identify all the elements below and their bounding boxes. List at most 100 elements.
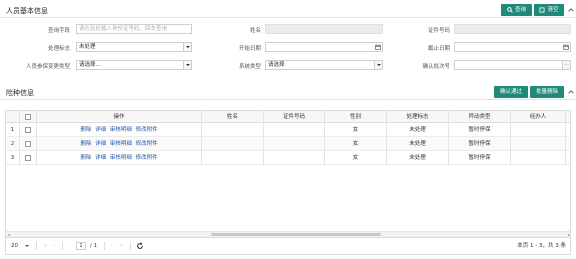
row-number: 3	[6, 151, 20, 165]
chevron-down-icon[interactable]	[183, 43, 191, 51]
audit-detail-link[interactable]: 审核明细	[110, 127, 132, 133]
person-info-header: 人员基本信息 查询 清空	[0, 2, 576, 18]
start-date-input[interactable]	[265, 42, 383, 52]
checkbox[interactable]	[25, 140, 31, 147]
delete-link[interactable]: 删除	[80, 155, 91, 161]
divider	[104, 242, 105, 250]
divider	[130, 242, 131, 250]
first-page-button[interactable]: «	[44, 241, 47, 251]
chevron-down-icon[interactable]	[183, 61, 191, 69]
detail-link[interactable]: 详细	[95, 141, 106, 147]
delete-link[interactable]: 删除	[80, 127, 91, 133]
last-page-button[interactable]: »	[120, 241, 123, 251]
name-input[interactable]	[265, 24, 383, 34]
row-checkbox-cell[interactable]	[20, 123, 37, 137]
detail-link[interactable]: 详细	[95, 155, 106, 161]
process-flag-select[interactable]: 未处理	[76, 42, 192, 52]
cell-change-type: 暂时停保	[449, 151, 511, 165]
table-row[interactable]: 3 删除 详细 审核明细 修改附件 女 未处理 暂时停保	[6, 151, 570, 165]
search-icon	[507, 6, 513, 13]
header-process-flag: 处理标志	[387, 111, 449, 123]
cell-handler	[511, 137, 566, 151]
cell-id-number	[264, 151, 325, 165]
prev-page-button[interactable]: ‹	[53, 241, 55, 251]
detail-link[interactable]: 详细	[95, 127, 106, 133]
clear-button-label: 清空	[547, 7, 559, 13]
pagination-summary: 本页 1 - 3，共 3 条	[517, 243, 566, 249]
table-row[interactable]: 1 删除 详细 审核明细 修改附件 女 未处理 暂时停保	[6, 123, 570, 137]
edit-attachment-link[interactable]: 修改附件	[136, 155, 158, 161]
collapse-icon[interactable]	[567, 88, 575, 96]
audit-detail-link[interactable]: 审核明细	[110, 141, 132, 147]
calendar-icon[interactable]	[563, 44, 569, 50]
query-button[interactable]: 查询	[501, 4, 532, 16]
query-field-label: 查询字段	[47, 28, 70, 34]
end-date-input[interactable]	[454, 42, 571, 52]
row-operations: 删除 详细 审核明细 修改附件	[37, 137, 202, 151]
audit-detail-link[interactable]: 审核明细	[110, 155, 132, 161]
divider	[0, 99, 576, 100]
row-checkbox-cell[interactable]	[20, 151, 37, 165]
batch-delete-button[interactable]: 批量删除	[530, 86, 564, 98]
checkbox[interactable]	[25, 126, 31, 133]
process-flag-label: 处理标志	[47, 46, 70, 52]
cell-change-type: 暂时停保	[449, 123, 511, 137]
change-type-value: 请选择...	[79, 62, 101, 68]
process-flag-value: 未处理	[79, 44, 96, 50]
table-row[interactable]: 2 删除 详细 审核明细 修改附件 女 未处理 暂时停保	[6, 137, 570, 151]
edit-attachment-link[interactable]: 修改附件	[136, 127, 158, 133]
grid-header: 操作 姓名 证件号码 性别 处理标志 异动类型 经办人	[6, 111, 570, 123]
person-info-title: 人员基本信息	[6, 7, 48, 15]
cell-process-flag: 未处理	[387, 137, 449, 151]
next-page-button[interactable]: ›	[111, 241, 113, 251]
row-checkbox-cell[interactable]	[20, 137, 37, 151]
insurance-info-title: 险种信息	[6, 89, 34, 97]
header-rownum	[6, 111, 20, 123]
cell-change-type: 暂时停保	[449, 137, 511, 151]
delete-link[interactable]: 删除	[80, 141, 91, 147]
page-size-select[interactable]: 20	[11, 241, 31, 251]
cell-id-number	[264, 123, 325, 137]
divider	[62, 242, 63, 250]
change-type-select[interactable]: 请选择...	[76, 60, 192, 70]
edit-attachment-link[interactable]: 修改附件	[136, 141, 158, 147]
clear-button[interactable]: 清空	[534, 4, 564, 16]
confirm-batch-input[interactable]: ...	[454, 60, 571, 70]
query-field-input[interactable]: 请在此处输入身份证号码，回车查询	[76, 24, 192, 34]
header-name: 姓名	[202, 111, 264, 123]
collapse-icon[interactable]	[567, 6, 575, 14]
cell-gender: 女	[325, 123, 387, 137]
cell-id-number	[264, 137, 325, 151]
header-gender: 性别	[325, 111, 387, 123]
scroll-right-icon[interactable]: ▸	[566, 232, 570, 237]
system-type-select[interactable]: 请选择	[265, 60, 383, 70]
header-handler: 经办人	[511, 111, 566, 123]
ellipsis-button[interactable]: ...	[562, 61, 570, 69]
horizontal-scrollbar[interactable]: ◂ ▸	[6, 231, 570, 237]
cell-process-flag: 未处理	[387, 123, 449, 137]
system-type-value: 请选择	[268, 62, 285, 68]
page-size-value: 20	[11, 243, 18, 249]
cell-handler	[511, 123, 566, 137]
page-number-input[interactable]: 1	[76, 242, 86, 250]
start-date-label: 开始日期	[238, 46, 261, 52]
checkbox[interactable]	[25, 154, 31, 161]
divider	[0, 17, 576, 18]
divider	[36, 242, 37, 250]
refresh-icon[interactable]	[136, 242, 144, 250]
name-label: 姓名	[249, 28, 261, 34]
id-number-input[interactable]	[454, 24, 571, 34]
scroll-left-icon[interactable]: ◂	[6, 232, 12, 237]
row-operations: 删除 详细 审核明细 修改附件	[37, 123, 202, 137]
id-number-label: 证件号码	[427, 28, 450, 34]
header-change-type: 异动类型	[449, 111, 511, 123]
scrollbar-thumb[interactable]	[211, 233, 381, 236]
header-select-all[interactable]	[20, 111, 37, 123]
checkbox[interactable]	[25, 113, 31, 120]
cell-gender: 女	[325, 151, 387, 165]
confirm-pass-button[interactable]: 确认通过	[494, 86, 528, 98]
clear-icon	[539, 6, 546, 13]
change-type-label: 人员参保变更类型	[25, 64, 70, 70]
row-number: 1	[6, 123, 20, 137]
chevron-down-icon[interactable]	[25, 245, 29, 247]
